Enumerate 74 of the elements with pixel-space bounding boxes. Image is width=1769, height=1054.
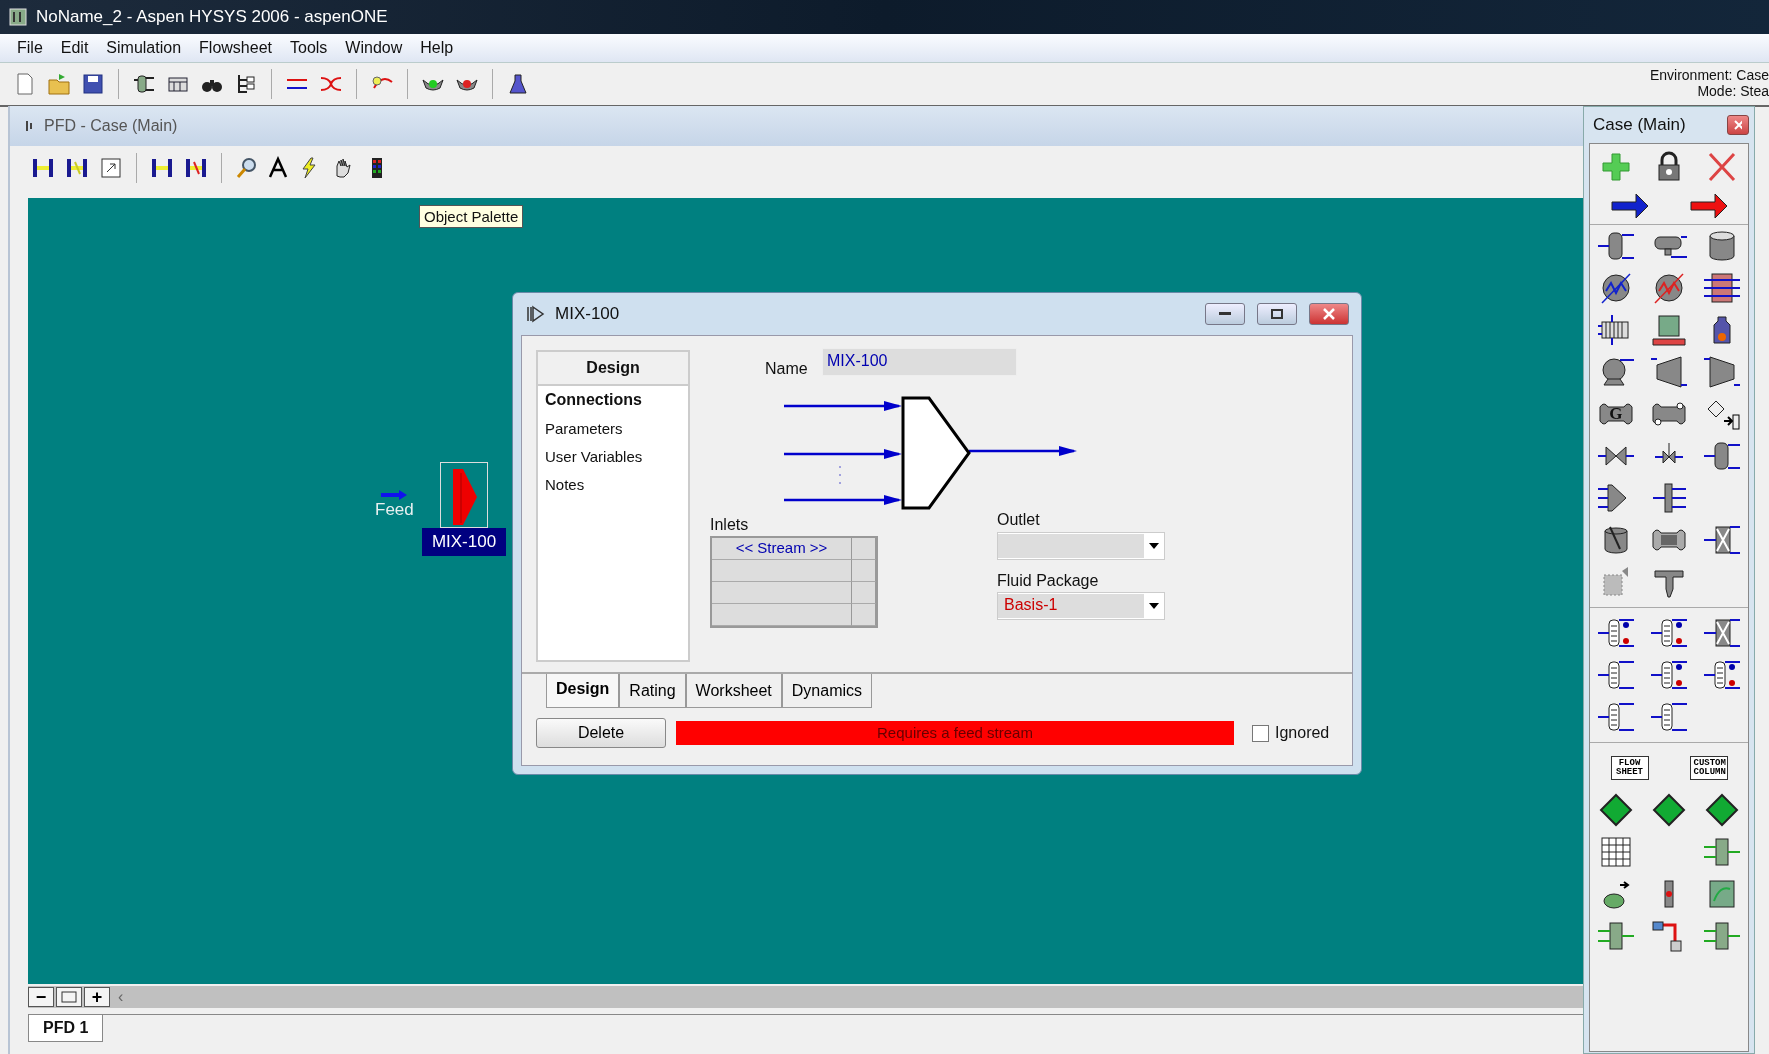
caret-icon bbox=[1149, 543, 1159, 549]
nav-item[interactable]: Connections bbox=[538, 386, 688, 415]
maximize-icon bbox=[1271, 309, 1283, 319]
close-button[interactable] bbox=[1309, 303, 1349, 325]
table-cell[interactable] bbox=[712, 560, 852, 582]
unit-label[interactable]: MIX-100 bbox=[422, 528, 506, 556]
tab[interactable]: Dynamics bbox=[781, 674, 872, 708]
tab[interactable]: Rating bbox=[619, 674, 686, 708]
column-dots-icon[interactable] bbox=[1596, 616, 1637, 650]
column-icon[interactable] bbox=[1649, 700, 1689, 734]
table-cell[interactable]: << Stream >> bbox=[712, 538, 852, 560]
menu-item[interactable]: Flowsheet bbox=[190, 39, 281, 57]
checkbox-label: Ignored bbox=[1275, 724, 1330, 742]
environment-label: Environment: Case bbox=[1649, 67, 1769, 83]
vessel-icon[interactable] bbox=[1701, 439, 1742, 473]
text-tool-icon[interactable] bbox=[266, 156, 290, 180]
table-cell[interactable] bbox=[712, 604, 852, 626]
tab[interactable]: Design bbox=[546, 674, 620, 708]
fit-view-icon[interactable] bbox=[56, 987, 82, 1007]
checkbox[interactable] bbox=[1252, 724, 1269, 742]
column-icon[interactable] bbox=[1596, 658, 1637, 692]
status-message: Requires a feed stream bbox=[676, 721, 1234, 745]
caret-icon bbox=[1149, 603, 1159, 609]
minimize-icon bbox=[1219, 312, 1231, 316]
table-cell[interactable] bbox=[852, 560, 876, 582]
fluid-package-label: Fluid Package bbox=[997, 572, 1099, 590]
inlets-label: Inlets bbox=[710, 516, 749, 534]
maximize-button[interactable] bbox=[1257, 303, 1297, 325]
menu-item[interactable]: Window bbox=[336, 39, 412, 57]
tooltip: Object Palette bbox=[419, 205, 524, 228]
palette-title: Case (Main) bbox=[1593, 115, 1686, 135]
outlet-label: Outlet bbox=[997, 511, 1040, 529]
app-icon bbox=[8, 7, 28, 27]
close-icon bbox=[1323, 308, 1335, 320]
column-dots-icon[interactable] bbox=[1649, 616, 1689, 650]
compressor-icon[interactable] bbox=[1649, 355, 1689, 389]
table-cell[interactable] bbox=[852, 538, 876, 560]
name-field[interactable]: MIX-100 bbox=[822, 348, 1017, 376]
dialog-title: MIX-100 bbox=[555, 304, 621, 324]
menu-item[interactable]: Simulation bbox=[97, 39, 191, 57]
mode-label: Mode: Stea bbox=[1696, 83, 1769, 99]
table-cell[interactable] bbox=[852, 604, 876, 626]
tab[interactable]: PFD 1 bbox=[28, 1015, 104, 1042]
fluid-package-dropdown[interactable]: Basis-1 bbox=[997, 592, 1165, 620]
custom-column-button[interactable]: CUSTOM COLUMN bbox=[1689, 756, 1728, 780]
tab[interactable]: Worksheet bbox=[685, 674, 782, 708]
close-icon bbox=[1734, 120, 1742, 130]
nav-item[interactable]: Notes bbox=[538, 471, 688, 499]
close-button[interactable] bbox=[1727, 115, 1749, 135]
menu-item[interactable]: Tools bbox=[281, 39, 337, 57]
name-label: Name bbox=[765, 360, 808, 378]
nav-header: Design bbox=[538, 352, 688, 386]
flowsheet-button[interactable]: FLOW SHEET bbox=[1610, 756, 1649, 780]
nav-item[interactable]: Parameters bbox=[538, 415, 688, 443]
delete-button[interactable]: Delete bbox=[536, 718, 666, 748]
table-cell[interactable] bbox=[852, 582, 876, 604]
column-icon[interactable] bbox=[1596, 700, 1637, 734]
column-dots-icon[interactable] bbox=[1701, 658, 1742, 692]
exchanger-icon[interactable] bbox=[1701, 271, 1742, 305]
window-title: NoName_2 - Aspen HYSYS 2006 - aspenONE bbox=[36, 7, 388, 27]
menu-item[interactable]: File bbox=[8, 39, 52, 57]
zoom-out-button[interactable]: − bbox=[28, 987, 54, 1007]
menu-item[interactable]: Help bbox=[411, 39, 463, 57]
vessel-icon[interactable] bbox=[1596, 229, 1637, 263]
menu-item[interactable]: Edit bbox=[51, 39, 98, 57]
pfd-window-title: PFD - Case (Main) bbox=[44, 117, 178, 135]
column-dots-icon[interactable] bbox=[1649, 658, 1689, 692]
table-cell[interactable] bbox=[712, 582, 852, 604]
minimize-button[interactable] bbox=[1205, 303, 1245, 325]
expander-icon[interactable] bbox=[1701, 355, 1742, 389]
zoom-in-button[interactable]: + bbox=[84, 987, 110, 1007]
nav-item[interactable]: User Variables bbox=[538, 443, 688, 471]
stream-label[interactable]: Feed bbox=[375, 500, 414, 520]
mixer-icon bbox=[525, 305, 547, 323]
